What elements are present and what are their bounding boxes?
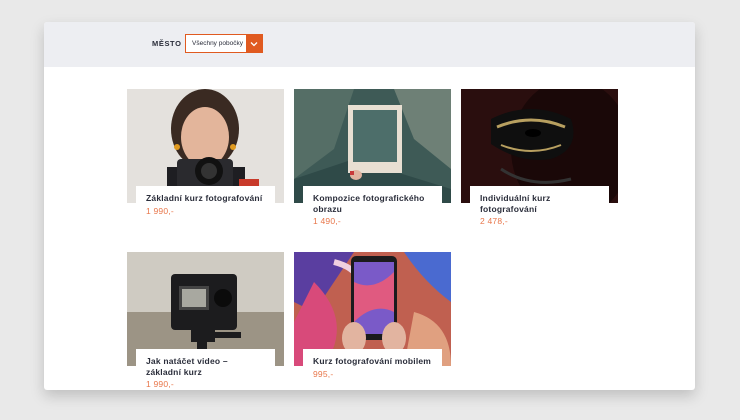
product-price: 1 490,- <box>313 216 341 226</box>
product-title[interactable]: Jak natáčet video – základní kurz <box>146 356 265 377</box>
product-info: Jak natáčet video – základní kurz 1 990,… <box>136 349 275 390</box>
product-price: 1 990,- <box>146 379 174 389</box>
filter-bar: MĚSTO Všechny pobočky <box>44 22 695 67</box>
city-filter-label: MĚSTO <box>152 39 182 48</box>
product-info: Individuální kurz fotografování 2 478,- <box>470 186 609 232</box>
product-title[interactable]: Kurz fotografování mobilem <box>313 356 432 367</box>
product-info: Kompozice fotografického obrazu 1 490,- <box>303 186 442 232</box>
city-select-value: Všechny pobočky <box>192 40 243 47</box>
product-price: 995,- <box>313 368 334 379</box>
product-title[interactable]: Základní kurz fotografování <box>146 193 265 204</box>
product-price: 2 478,- <box>480 216 508 226</box>
product-title[interactable]: Individuální kurz fotografování <box>480 193 599 214</box>
city-select[interactable]: Všechny pobočky <box>185 34 263 53</box>
chevron-down-icon[interactable] <box>246 35 262 52</box>
product-price: 1 990,- <box>146 205 174 216</box>
product-info: Kurz fotografování mobilem 995,- <box>303 349 442 385</box>
product-title[interactable]: Kompozice fotografického obrazu <box>313 193 432 214</box>
product-grid: Základní kurz fotografování 1 990,- Komp… <box>44 67 695 390</box>
page-container: MĚSTO Všechny pobočky Základní kurz foto… <box>44 22 695 390</box>
product-info: Základní kurz fotografování 1 990,- <box>136 186 275 222</box>
